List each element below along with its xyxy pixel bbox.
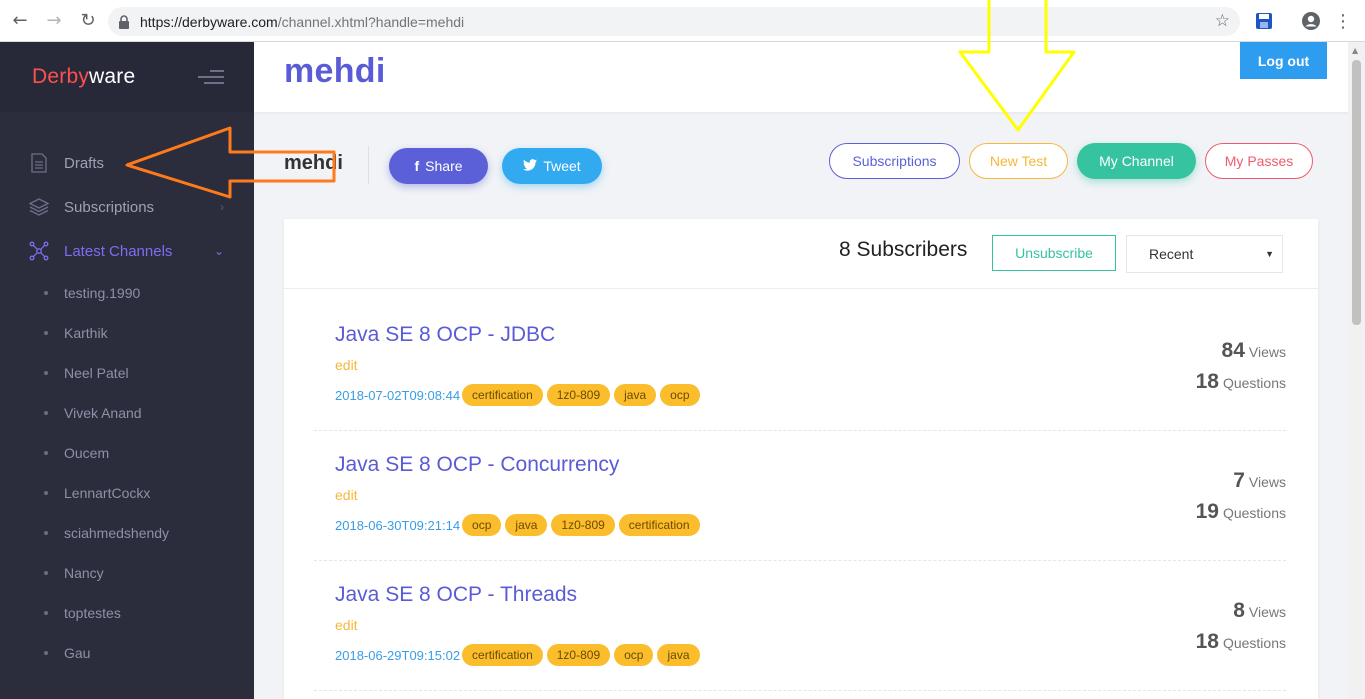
bookmark-star-icon[interactable]: ☆ — [1215, 11, 1230, 31]
layers-icon — [28, 196, 50, 218]
test-meta: 2018-06-29T09:15:02 certification 1z0-80… — [335, 644, 704, 666]
logo[interactable]: Derbyware — [32, 65, 135, 89]
channel-name: mehdi — [284, 152, 343, 174]
tag[interactable]: java — [614, 384, 657, 406]
lock-icon — [118, 14, 130, 29]
kebab-menu-icon[interactable]: ⋮ — [1330, 8, 1356, 34]
edit-link[interactable]: edit — [335, 487, 358, 503]
channel-list-item[interactable]: testing.1990 — [0, 280, 254, 306]
views-stat: 84 Views — [1221, 339, 1286, 362]
page-scrollbar[interactable]: ▲ — [1348, 42, 1365, 699]
tweet-button[interactable]: Tweet — [502, 148, 602, 184]
tag[interactable]: 1z0-809 — [546, 644, 611, 666]
card-header: 8 Subscribers Unsubscribe Recent ▼ — [284, 219, 1318, 289]
channel-list-item[interactable]: toptestes — [0, 600, 254, 626]
test-row: Java SE 8 OCP - Threads edit 2018-06-29T… — [314, 561, 1286, 691]
sidebar-header: Derbyware — [0, 42, 254, 112]
reload-icon[interactable]: ↻ — [74, 7, 102, 35]
questions-stat: 18 Questions — [1195, 370, 1286, 393]
channel-list-item[interactable]: Gau — [0, 640, 254, 666]
tag[interactable]: certification — [462, 644, 543, 666]
forward-arrow-icon[interactable]: → — [40, 7, 68, 35]
tag[interactable]: 1z0-809 — [546, 384, 611, 406]
tag[interactable]: java — [657, 644, 700, 666]
tag[interactable]: certification — [618, 514, 700, 536]
save-extension-icon[interactable] — [1251, 8, 1277, 34]
channel-list-item[interactable]: Neel Patel — [0, 360, 254, 386]
sidebar-item-drafts[interactable]: Drafts — [0, 145, 254, 181]
network-icon — [28, 240, 50, 262]
profile-icon[interactable] — [1298, 8, 1324, 34]
tests-card: 8 Subscribers Unsubscribe Recent ▼ Java … — [284, 219, 1318, 699]
address-bar[interactable]: https://derbyware.com/channel.xhtml?hand… — [108, 7, 1240, 36]
facebook-icon: f — [414, 158, 420, 174]
test-date: 2018-07-02T09:08:44 — [335, 387, 461, 403]
test-meta: 2018-06-30T09:21:14 ocp java 1z0-809 cer… — [335, 514, 704, 536]
share-button[interactable]: f Share — [389, 148, 488, 184]
sidebar-item-subscriptions[interactable]: Subscriptions › — [0, 189, 254, 225]
test-row: Java SE 8 OCP - Concurrency edit 2018-06… — [314, 431, 1286, 561]
scroll-up-arrow-icon[interactable]: ▲ — [1352, 46, 1358, 55]
twitter-bird-icon — [523, 158, 538, 174]
channel-list-item[interactable]: Karthik — [0, 320, 254, 346]
questions-stat: 18 Questions — [1195, 630, 1286, 653]
test-date: 2018-06-29T09:15:02 — [335, 647, 461, 663]
test-title-link[interactable]: Java SE 8 OCP - JDBC — [335, 323, 555, 347]
test-title-link[interactable]: Java SE 8 OCP - Concurrency — [335, 453, 619, 477]
tag[interactable]: java — [505, 514, 548, 536]
channel-list-item[interactable]: Vivek Anand — [0, 400, 254, 426]
unsubscribe-button[interactable]: Unsubscribe — [992, 235, 1116, 271]
sidebar-item-latest-channels[interactable]: Latest Channels ⌄ — [0, 233, 254, 269]
test-meta: 2018-07-02T09:08:44 certification 1z0-80… — [335, 384, 704, 406]
channel-list-item[interactable]: Oucem — [0, 440, 254, 466]
subscriptions-button[interactable]: Subscriptions — [829, 143, 960, 179]
channel-list-item[interactable]: sciahmedshendy — [0, 520, 254, 546]
views-stat: 8 Views — [1233, 599, 1286, 622]
sidebar-item-label: Subscriptions — [64, 198, 155, 216]
channel-list-item[interactable]: LennartCockx — [0, 480, 254, 506]
views-stat: 7 Views — [1233, 469, 1286, 492]
tag[interactable]: ocp — [660, 384, 700, 406]
document-icon — [28, 152, 50, 174]
logout-button[interactable]: Log out — [1240, 42, 1327, 79]
channel-list-item[interactable]: Nancy — [0, 560, 254, 586]
sidebar-item-label: Drafts — [64, 154, 105, 172]
back-arrow-icon[interactable]: ← — [6, 7, 34, 35]
chevron-down-icon: ⌄ — [213, 244, 224, 258]
subscriber-count: 8 Subscribers — [839, 238, 968, 261]
test-date: 2018-06-30T09:21:14 — [335, 517, 461, 533]
tag[interactable]: ocp — [614, 644, 654, 666]
chevron-right-icon: › — [220, 200, 224, 214]
tag[interactable]: 1z0-809 — [551, 514, 615, 536]
top-header: mehdi Log out — [254, 42, 1365, 112]
my-passes-button[interactable]: My Passes — [1205, 143, 1313, 179]
url-path: /channel.xhtml?handle=mehdi — [277, 13, 465, 30]
edit-link[interactable]: edit — [335, 617, 358, 633]
tag[interactable]: ocp — [462, 514, 502, 536]
sidebar-item-label: Latest Channels — [64, 242, 173, 260]
page-title: mehdi — [284, 52, 386, 90]
questions-stat: 19 Questions — [1195, 500, 1286, 523]
caret-down-icon: ▼ — [1265, 249, 1274, 259]
url-host: https://derbyware.com — [140, 13, 278, 30]
test-row: Java SE 8 OCP - JDBC edit 2018-07-02T09:… — [314, 301, 1286, 431]
hamburger-menu-icon[interactable] — [198, 70, 224, 84]
scrollbar-thumb[interactable] — [1352, 60, 1361, 325]
new-test-button[interactable]: New Test — [969, 143, 1068, 179]
test-title-link[interactable]: Java SE 8 OCP - Threads — [335, 583, 577, 607]
divider — [368, 146, 369, 184]
sort-select[interactable]: Recent ▼ — [1126, 235, 1283, 273]
tag[interactable]: certification — [462, 384, 543, 406]
edit-link[interactable]: edit — [335, 357, 358, 373]
browser-toolbar: ← → ↻ https://derbyware.com/channel.xhtm… — [0, 0, 1365, 42]
my-channel-button[interactable]: My Channel — [1077, 143, 1196, 179]
